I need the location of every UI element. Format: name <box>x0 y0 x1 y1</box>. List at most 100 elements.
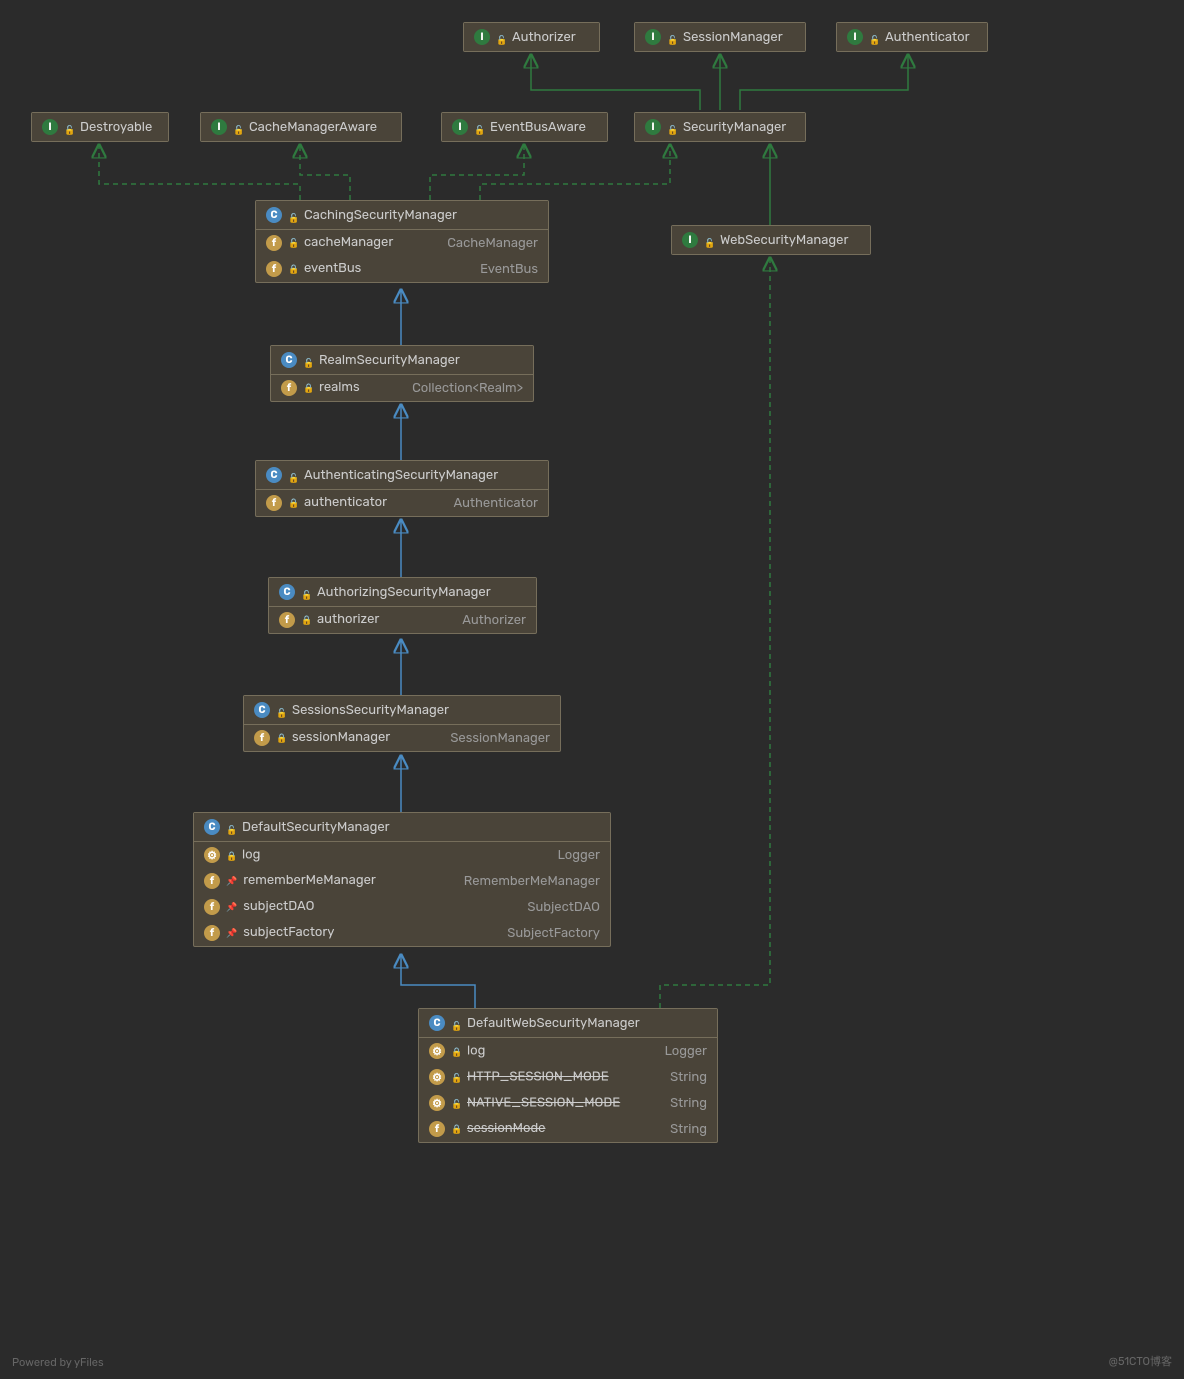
node-securitymanager[interactable]: SecurityManager <box>634 112 806 142</box>
lock-icon <box>451 1044 461 1054</box>
node-sessionssecuritymanager[interactable]: SessionsSecurityManager sessionManager Se… <box>243 695 561 752</box>
diagram-connectors <box>0 0 1184 1379</box>
lock-icon <box>474 122 484 132</box>
field-type: CacheManager <box>447 236 538 251</box>
node-title: AuthenticatingSecurityManager <box>304 468 498 483</box>
node-title: Authorizer <box>512 30 576 45</box>
node-authenticator[interactable]: Authenticator <box>836 22 988 52</box>
node-title: CachingSecurityManager <box>304 208 457 223</box>
lock-icon <box>288 261 298 271</box>
interface-icon <box>452 119 468 135</box>
node-title: Authenticator <box>885 30 970 45</box>
field-name: log <box>467 1044 485 1059</box>
node-title: CacheManagerAware <box>249 120 377 135</box>
lock-icon <box>288 235 298 245</box>
field-type: SubjectDAO <box>527 900 600 915</box>
node-cachemanageraware[interactable]: CacheManagerAware <box>200 112 402 142</box>
field-name: realms <box>319 380 360 395</box>
node-cachingsecuritymanager[interactable]: CachingSecurityManager cacheManager Cache… <box>255 200 549 283</box>
field-icon <box>204 899 220 915</box>
field-name: subjectFactory <box>243 925 334 940</box>
lock-icon <box>451 1070 461 1080</box>
field-row: sessionManager SessionManager <box>244 725 560 751</box>
field-type: Collection<Realm> <box>412 381 523 396</box>
node-title: Destroyable <box>80 120 152 135</box>
field-name: sessionManager <box>292 730 390 745</box>
node-title: EventBusAware <box>490 120 586 135</box>
node-authorizingsecuritymanager[interactable]: AuthorizingSecurityManager authorizerAut… <box>268 577 537 634</box>
field-row: subjectDAO SubjectDAO <box>194 894 610 920</box>
field-type: SessionManager <box>450 731 550 746</box>
field-row: sessionModeString <box>419 1116 717 1142</box>
class-icon <box>281 352 297 368</box>
field-icon <box>429 1121 445 1137</box>
lock-icon <box>451 1096 461 1106</box>
field-row: authenticatorAuthenticator <box>256 490 548 516</box>
lock-icon <box>667 32 677 42</box>
field-name: log <box>242 848 260 863</box>
pin-icon <box>226 899 243 914</box>
class-icon <box>266 207 282 223</box>
field-row: subjectFactorySubjectFactory <box>194 920 610 946</box>
pin-icon <box>226 925 243 940</box>
interface-icon <box>645 119 661 135</box>
lock-icon <box>303 380 313 390</box>
node-title: RealmSecurityManager <box>319 353 460 368</box>
method-icon <box>429 1043 445 1059</box>
lock-icon <box>451 1121 461 1131</box>
field-row: cacheManager CacheManager <box>256 230 548 256</box>
lock-icon <box>451 1018 461 1028</box>
node-realmsecuritymanager[interactable]: RealmSecurityManager realms Collection<Re… <box>270 345 534 402</box>
interface-icon <box>847 29 863 45</box>
node-defaultsecuritymanager[interactable]: DefaultSecurityManager logLogger remembe… <box>193 812 611 947</box>
lock-icon <box>288 495 298 505</box>
lock-icon <box>667 122 677 132</box>
lock-icon <box>226 822 236 832</box>
field-icon <box>254 730 270 746</box>
field-row: realms Collection<Realm> <box>271 375 533 401</box>
field-name: cacheManager <box>304 235 393 250</box>
node-websecuritymanager[interactable]: WebSecurityManager <box>671 225 871 255</box>
method-icon <box>429 1069 445 1085</box>
lock-icon <box>288 470 298 480</box>
lock-icon <box>233 122 243 132</box>
node-destroyable[interactable]: Destroyable <box>31 112 169 142</box>
field-type: String <box>670 1122 707 1137</box>
field-row: authorizerAuthorizer <box>269 607 536 633</box>
node-eventbusaware[interactable]: EventBusAware <box>441 112 608 142</box>
node-title: DefaultSecurityManager <box>242 820 390 835</box>
field-row: log Logger <box>419 1038 717 1064</box>
lock-icon <box>301 587 311 597</box>
lock-icon <box>869 32 879 42</box>
field-row: HTTP_SESSION_MODEString <box>419 1064 717 1090</box>
class-icon <box>279 584 295 600</box>
field-name: HTTP_SESSION_MODE <box>467 1070 609 1085</box>
node-title: SessionsSecurityManager <box>292 703 449 718</box>
field-icon <box>204 925 220 941</box>
class-icon <box>429 1015 445 1031</box>
field-icon <box>281 380 297 396</box>
node-authorizer[interactable]: Authorizer <box>463 22 600 52</box>
lock-icon <box>496 32 506 42</box>
field-type: Logger <box>665 1044 707 1059</box>
node-title: SessionManager <box>683 30 783 45</box>
lock-icon <box>288 210 298 220</box>
interface-icon <box>474 29 490 45</box>
lock-icon <box>301 612 311 622</box>
lock-icon <box>276 730 286 740</box>
field-name: NATIVE_SESSION_MODE <box>467 1096 620 1111</box>
field-name: rememberMeManager <box>243 873 376 888</box>
node-sessionmanager[interactable]: SessionManager <box>634 22 806 52</box>
lock-icon <box>276 705 286 715</box>
footer-left: Powered by yFiles <box>12 1356 104 1369</box>
field-icon <box>266 261 282 277</box>
node-authenticatingsecuritymanager[interactable]: AuthenticatingSecurityManager authentica… <box>255 460 549 517</box>
field-name: authorizer <box>317 612 379 627</box>
lock-icon <box>303 355 313 365</box>
lock-icon <box>704 235 714 245</box>
field-name: subjectDAO <box>243 899 314 914</box>
method-icon <box>429 1095 445 1111</box>
method-icon <box>204 847 220 863</box>
field-name: eventBus <box>304 261 361 276</box>
node-defaultwebsecuritymanager[interactable]: DefaultWebSecurityManager logLogger HTTP… <box>418 1008 718 1143</box>
